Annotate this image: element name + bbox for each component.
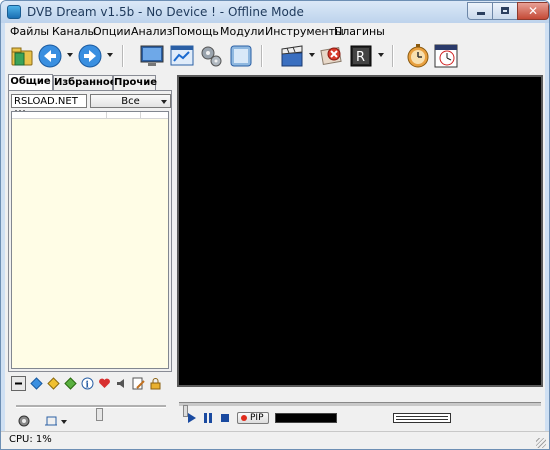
collapse-icon[interactable] xyxy=(11,376,26,391)
menu-analysis[interactable]: Анализ xyxy=(131,25,173,38)
tab-general[interactable]: Общие xyxy=(8,74,53,90)
signal-level-meter xyxy=(275,413,337,423)
toolbar: R xyxy=(5,41,545,73)
menu-plugins[interactable]: Плагины xyxy=(334,25,385,38)
volume-slider[interactable] xyxy=(16,405,166,421)
back-icon[interactable] xyxy=(37,43,63,69)
clapperboard-icon[interactable] xyxy=(279,43,305,69)
play-icon[interactable] xyxy=(187,413,197,423)
maximize-icon xyxy=(501,7,509,14)
window-title: DVB Dream v1.5b - No Device ! - Offline … xyxy=(27,5,304,19)
filter-select[interactable]: Все xyxy=(90,94,171,108)
pip-label: PIP xyxy=(250,413,264,423)
record-dot-icon xyxy=(241,415,247,421)
up-down-green-icon[interactable] xyxy=(64,377,77,390)
title-bar[interactable]: DVB Dream v1.5b - No Device ! - Offline … xyxy=(1,1,549,23)
cancel-icon[interactable] xyxy=(318,43,344,69)
chevron-down-icon xyxy=(161,100,167,104)
clapperboard-dropdown-icon[interactable] xyxy=(309,53,315,57)
channel-actions-bar: i xyxy=(8,375,172,393)
minimize-icon xyxy=(477,12,485,15)
app-icon xyxy=(7,5,21,19)
main-window: DVB Dream v1.5b - No Device ! - Offline … xyxy=(0,0,550,450)
cpu-status: CPU: 1% xyxy=(9,434,52,445)
pip-button[interactable]: PIP xyxy=(237,412,269,424)
timer-icon[interactable] xyxy=(405,43,431,69)
record-icon[interactable]: R xyxy=(348,43,374,69)
svg-text:i: i xyxy=(86,381,90,391)
close-icon: ✕ xyxy=(527,4,539,18)
aspect-ratio-icon[interactable] xyxy=(44,415,58,427)
svg-text:R: R xyxy=(356,50,365,65)
volume-slider-thumb[interactable] xyxy=(96,408,103,421)
channel-list[interactable] xyxy=(11,111,169,369)
maximize-button[interactable] xyxy=(492,2,518,20)
toolbar-separator xyxy=(261,45,263,67)
stop-icon[interactable] xyxy=(220,413,230,423)
menu-help[interactable]: Помощь xyxy=(172,25,219,38)
minimize-button[interactable] xyxy=(467,2,493,20)
aspect-dropdown-icon[interactable] xyxy=(61,420,67,424)
record-dropdown-icon[interactable] xyxy=(378,53,384,57)
toolbar-separator xyxy=(122,45,124,67)
player-controls: PIP xyxy=(177,395,543,429)
settings-gears-icon[interactable] xyxy=(198,43,224,69)
monitor-icon[interactable] xyxy=(139,43,165,69)
menu-file[interactable]: Файлы xyxy=(10,25,49,38)
sound-icon[interactable] xyxy=(115,377,128,390)
toolbar-separator xyxy=(392,45,394,67)
menu-options[interactable]: Опции xyxy=(93,25,131,38)
heart-icon[interactable] xyxy=(98,377,111,390)
menu-tools[interactable]: Инструменты xyxy=(265,25,344,38)
audio-level-meter xyxy=(393,413,451,423)
volume-panel xyxy=(8,396,172,431)
channel-panel: RSLOAD.NET !!! Все xyxy=(8,90,172,372)
forward-dropdown-icon[interactable] xyxy=(107,53,113,57)
tab-favorites[interactable]: Избранное xyxy=(53,75,117,90)
menu-bar: Файлы Каналы Опции Анализ Помощь Модули … xyxy=(5,23,545,41)
video-display[interactable] xyxy=(177,75,543,387)
column-separator[interactable] xyxy=(106,112,107,118)
edit-icon[interactable] xyxy=(132,377,145,390)
filter-select-value: Все xyxy=(121,96,140,107)
tab-other[interactable]: Прочие xyxy=(113,75,157,90)
info-blue-icon[interactable] xyxy=(30,377,43,390)
back-dropdown-icon[interactable] xyxy=(67,53,73,57)
clock-calendar-icon[interactable] xyxy=(433,43,459,69)
client-area: Общие Избранное Прочие RSLOAD.NET !!! Вс… xyxy=(5,73,545,431)
menu-modules[interactable]: Модули xyxy=(220,25,265,38)
pause-icon[interactable] xyxy=(203,413,213,423)
info-icon[interactable]: i xyxy=(81,377,94,391)
open-folder-icon[interactable] xyxy=(9,43,35,69)
filter-input[interactable]: RSLOAD.NET !!! xyxy=(11,94,87,120)
status-bar: CPU: 1% xyxy=(1,431,549,449)
column-separator[interactable] xyxy=(140,112,141,118)
menu-channels[interactable]: Каналы xyxy=(52,25,96,38)
audio-icon[interactable] xyxy=(18,415,30,427)
up-down-yellow-icon[interactable] xyxy=(47,377,60,390)
lock-icon[interactable] xyxy=(149,377,162,390)
forward-icon[interactable] xyxy=(77,43,103,69)
epg-icon[interactable] xyxy=(228,43,254,69)
seek-slider[interactable] xyxy=(179,402,541,417)
resize-grip-icon[interactable] xyxy=(536,438,546,448)
close-button[interactable]: ✕ xyxy=(517,2,549,20)
channel-list-header xyxy=(12,112,168,119)
window-icon[interactable] xyxy=(169,43,195,69)
